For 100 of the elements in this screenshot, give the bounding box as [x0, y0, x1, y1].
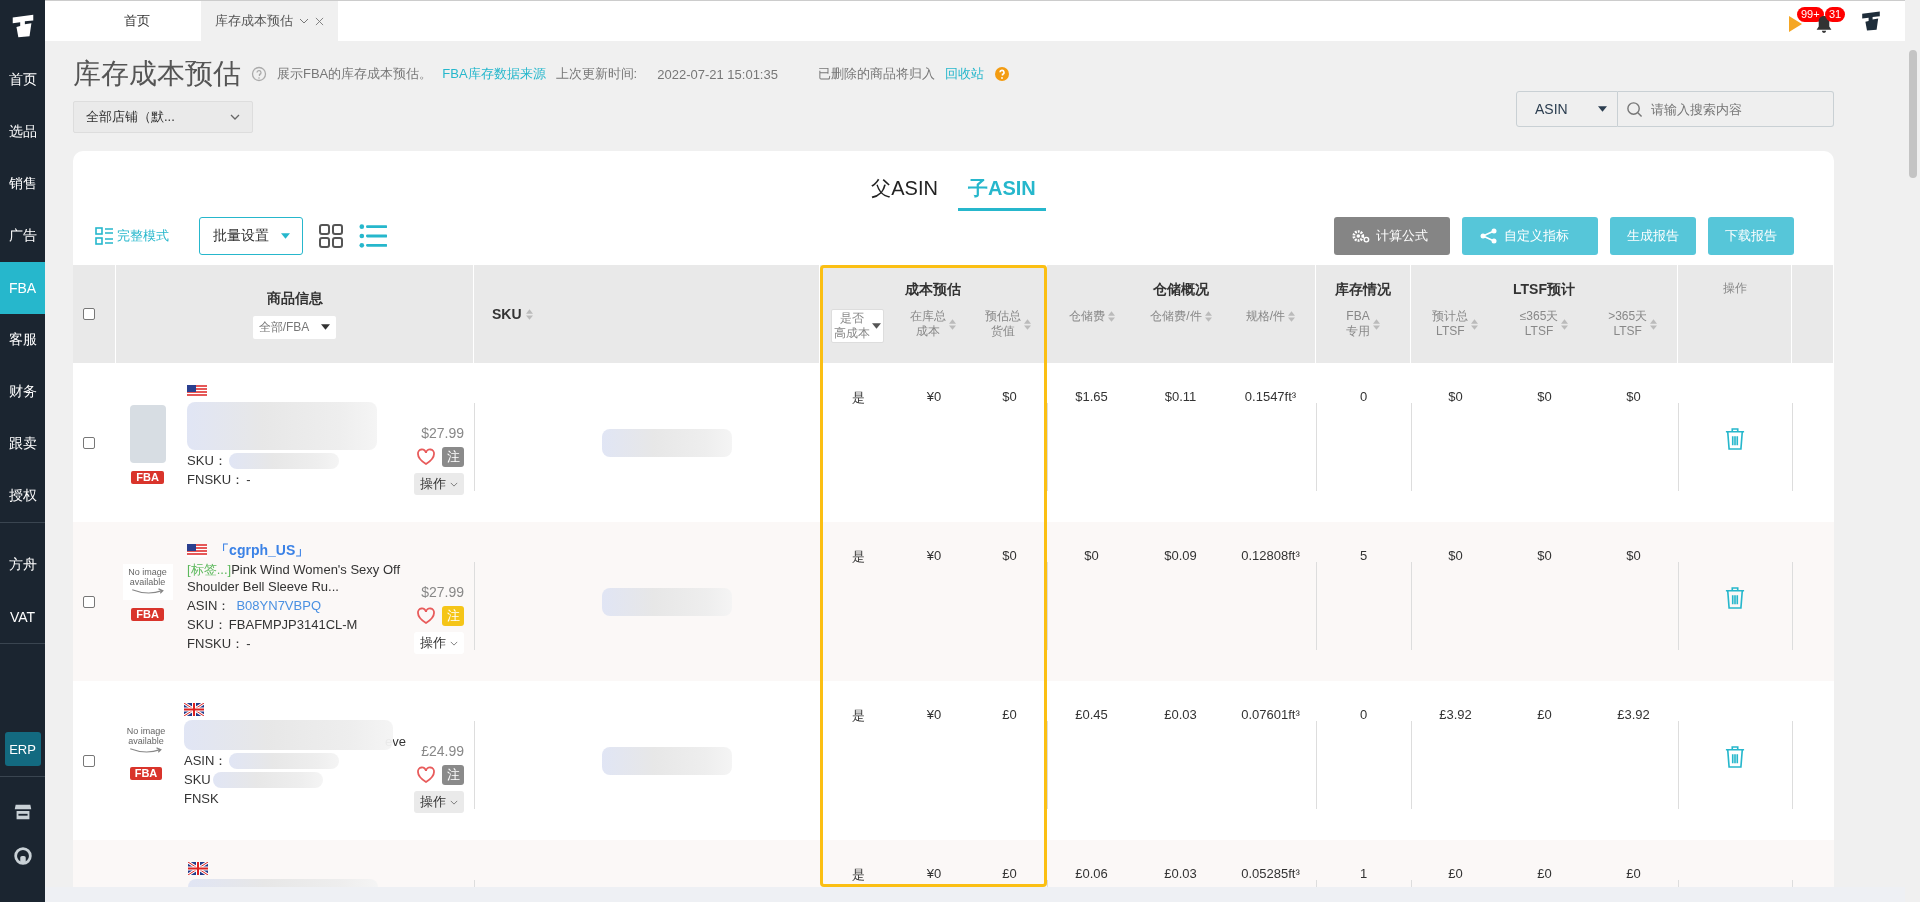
sort-icon[interactable] — [1107, 311, 1115, 322]
row-checkbox[interactable] — [83, 595, 95, 608]
sidebar-item[interactable]: 销售 — [0, 158, 45, 210]
field-label: SKU： — [187, 452, 227, 469]
table-cell-text: £0.03 — [1164, 707, 1197, 724]
table-cell-text: $0.09 — [1164, 548, 1197, 565]
table-cell-text: 1 — [1359, 866, 1368, 883]
sort-icon[interactable] — [1650, 318, 1658, 330]
uk-flag-icon — [188, 862, 208, 875]
sidebar-item[interactable]: 选品 — [0, 106, 45, 158]
table-cell-text: 5 — [1359, 548, 1368, 565]
list-view-icon[interactable] — [359, 223, 387, 249]
trash-icon[interactable] — [1725, 426, 1745, 451]
asin-level-tab[interactable]: 父ASIN — [861, 175, 948, 211]
sidebar-item[interactable]: 财务 — [0, 366, 45, 418]
column-header: SKU — [492, 306, 522, 322]
field-label: SKU — [184, 771, 211, 788]
grid-view-icon[interactable] — [317, 223, 345, 249]
sort-icon[interactable] — [1204, 311, 1212, 322]
trash-icon[interactable] — [1725, 585, 1745, 610]
trash-icon[interactable] — [1725, 744, 1745, 769]
help-icon[interactable] — [993, 66, 1010, 82]
table-cell-text: 是 — [851, 866, 865, 884]
search-type-select[interactable]: ASIN — [1516, 91, 1618, 127]
actions-dropdown[interactable]: 操作 — [414, 632, 464, 654]
heart-icon[interactable] — [416, 607, 436, 625]
fulfillment-filter[interactable]: 全部/FBA — [252, 315, 337, 339]
row-checkbox[interactable] — [83, 436, 95, 449]
search-field[interactable]: 请输入搜索内容 — [1649, 100, 1833, 118]
product-title[interactable]: [标签...]Pink Wind Women's Sexy Off Shoulder Bell Sleeve Ru... — [187, 561, 406, 595]
sidebar-item[interactable]: 首页 — [0, 54, 45, 106]
column-header: 操作 — [1722, 281, 1747, 296]
sidebar-item[interactable]: VAT — [0, 591, 45, 643]
sort-icon[interactable] — [1288, 311, 1295, 322]
updated-time: 2022-07-21 15:01:35 — [657, 66, 778, 82]
batch-settings-dropdown[interactable]: 批量设置 — [199, 217, 303, 255]
table-cell-text: £0 — [1626, 866, 1641, 883]
help-icon[interactable] — [251, 66, 267, 82]
select-all-checkbox[interactable] — [83, 308, 95, 320]
gears-icon — [1352, 228, 1370, 244]
no-image-text: No image available — [127, 567, 168, 587]
table-cell-text: £0 — [1537, 707, 1552, 724]
flag-icon[interactable] — [1787, 15, 1803, 33]
formula-button[interactable]: 计算公式 — [1334, 217, 1450, 255]
table-cell-text: 是 — [851, 707, 865, 725]
caret-icon — [299, 18, 309, 24]
sort-icon[interactable] — [1471, 318, 1479, 330]
no-image-text: No image available — [125, 726, 167, 746]
heart-icon[interactable] — [416, 448, 436, 466]
page-description: 展示FBA的库存成本预估。 — [277, 65, 433, 83]
field-value: - — [246, 635, 251, 652]
sidebar-item[interactable]: 跟卖 — [0, 418, 45, 470]
row-checkbox[interactable] — [83, 754, 95, 767]
table-cell-text: ¥0 — [926, 707, 942, 724]
column-header: 规格/件 — [1245, 309, 1285, 324]
table-cell-text: £0.06 — [1075, 866, 1108, 883]
close-icon[interactable] — [315, 16, 324, 26]
table-cell-text: 0.12808ft³ — [1241, 548, 1300, 565]
column-header: 预估总 货值 — [985, 309, 1022, 339]
search-box[interactable]: 请输入搜索内容 — [1618, 91, 1834, 127]
store-select[interactable]: 全部店铺（默... — [73, 101, 253, 133]
sidebar-item[interactable]: 方舟 — [0, 539, 45, 591]
price: $27.99 — [421, 425, 464, 441]
field-label: ASIN： — [187, 597, 231, 614]
actions-dropdown[interactable]: 操作 — [414, 791, 464, 813]
actions-dropdown[interactable]: 操作 — [414, 473, 464, 495]
horizontal-scrollbar[interactable] — [45, 887, 1905, 902]
table-cell-text: £0 — [1537, 866, 1552, 883]
table-cell-text: $0 — [1537, 389, 1552, 406]
store-name[interactable]: 「cgrph_US」 — [215, 542, 310, 559]
sort-icon[interactable] — [1024, 318, 1032, 330]
page-title: 库存成本预估 — [73, 57, 241, 91]
column-header: 预计总 LTSF — [1432, 309, 1469, 339]
page-tab[interactable]: 首页 — [73, 1, 201, 41]
erp-button[interactable]: ERP — [4, 732, 41, 766]
column-header: 仓储费/件 — [1150, 309, 1202, 324]
table-cell-text: £3.92 — [1439, 707, 1472, 724]
sidebar-item[interactable]: 广告 — [0, 210, 45, 262]
sort-icon[interactable] — [949, 318, 956, 330]
sidebar-item[interactable]: 客服 — [0, 314, 45, 366]
heart-icon[interactable] — [416, 766, 436, 784]
fba-badge: FBA — [131, 608, 164, 621]
caret-icon — [1598, 106, 1607, 112]
headset-icon[interactable] — [11, 845, 34, 867]
sort-icon[interactable] — [525, 308, 533, 320]
high-cost-filter[interactable]: 是否 高成本 — [831, 309, 885, 343]
table-cell-text: £0.45 — [1075, 707, 1108, 724]
price: £24.99 — [421, 743, 464, 759]
avatar-icon[interactable] — [1859, 9, 1883, 33]
sort-icon[interactable] — [1373, 318, 1380, 330]
field-value: - — [246, 471, 251, 488]
sort-icon[interactable] — [1561, 318, 1569, 330]
caret-icon — [872, 323, 882, 329]
notification-badge: 99+ — [1797, 7, 1824, 22]
table-cell-text: $0 — [1626, 548, 1641, 565]
us-flag-icon — [187, 544, 208, 557]
fba-badge: FBA — [131, 471, 164, 484]
sidebar-item[interactable]: 授权 — [0, 470, 45, 522]
page-tab[interactable]: 库存成本预估 — [201, 1, 338, 41]
column-header: 在库总 成本 — [910, 309, 946, 339]
